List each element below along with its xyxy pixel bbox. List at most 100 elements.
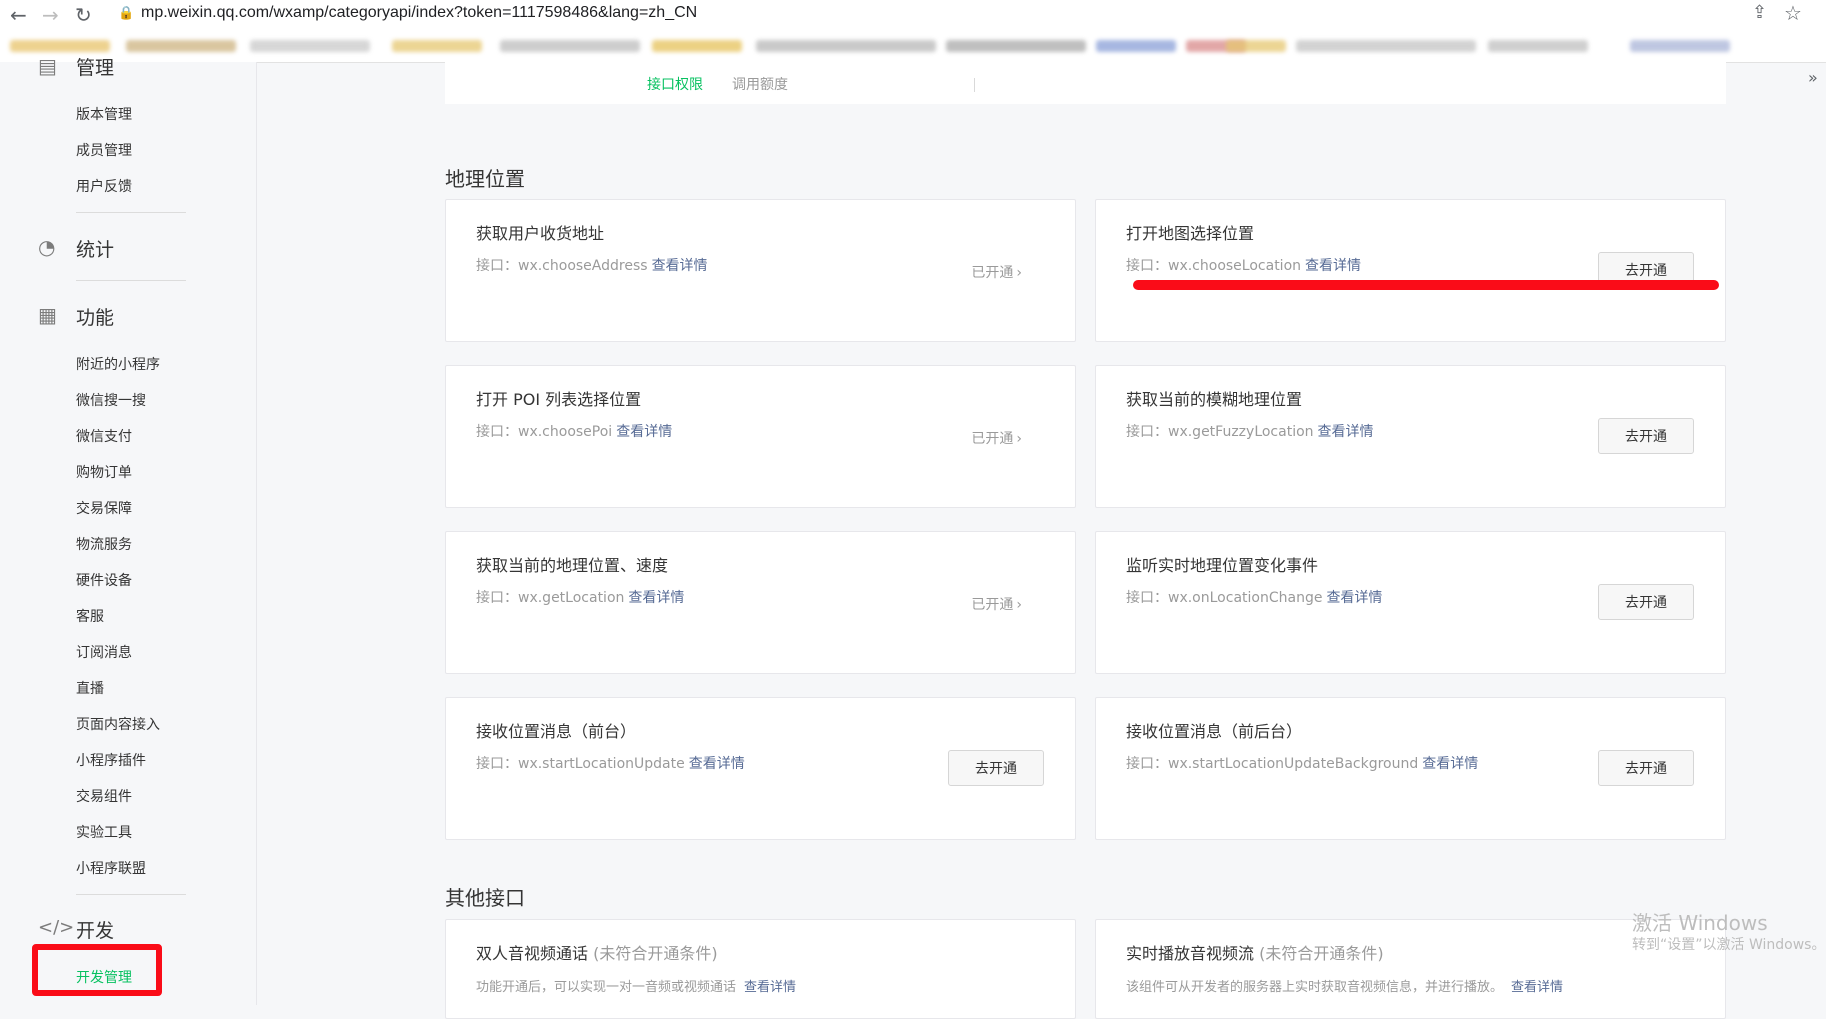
tab-api-permission[interactable]: 接口权限 [647,74,703,94]
bookmark-blurred[interactable] [1226,40,1286,52]
reload-icon[interactable]: ↻ [75,3,92,27]
sidebar-item-logistics[interactable]: 物流服务 [76,534,132,554]
bookmark-blurred[interactable] [1096,40,1176,52]
bookmark-blurred[interactable] [1630,40,1730,52]
detail-link[interactable]: 查看详情 [616,424,672,440]
sidebar-item-hardware[interactable]: 硬件设备 [76,570,132,590]
detail-link[interactable]: 查看详情 [1318,424,1374,440]
bookmarks-bar: » [0,34,1826,87]
detail-link[interactable]: 查看详情 [744,980,796,995]
api-card: 打开 POI 列表选择位置 接口：wx.choosePoi 查看详情 已开通 › [445,365,1076,508]
tab-call-quota[interactable]: 调用额度 [732,74,788,94]
detail-link[interactable]: 查看详情 [1511,980,1563,995]
sidebar-item-nearby[interactable]: 附近的小程序 [76,354,160,374]
section-title-other: 其他接口 [445,886,525,910]
sidebar-item-version[interactable]: 版本管理 [76,104,132,124]
detail-link[interactable]: 查看详情 [652,258,708,274]
bookmark-blurred[interactable] [756,40,936,52]
sidebar-item-search[interactable]: 微信搜一搜 [76,390,146,410]
enable-button[interactable]: 去开通 [948,750,1044,786]
bookmark-blurred[interactable] [652,40,742,52]
forward-arrow-icon[interactable]: → [42,3,59,27]
api-card: 接收位置消息（前后台） 接口：wx.startLocationUpdateBac… [1095,697,1726,840]
bookmark-blurred[interactable] [250,40,370,52]
api-card: 打开地图选择位置 接口：wx.chooseLocation 查看详情 去开通 [1095,199,1726,342]
card-title: 打开 POI 列表选择位置 [476,390,642,409]
enable-button[interactable]: 去开通 [1598,418,1694,454]
bookmark-blurred[interactable] [1296,40,1476,52]
enabled-status[interactable]: 已开通 › [971,594,1022,614]
card-title: 打开地图选择位置 [1126,224,1255,243]
card-title: 获取当前的地理位置、速度 [476,556,669,575]
chevron-right-icon: › [1016,265,1022,281]
sidebar-item-alliance[interactable]: 小程序联盟 [76,858,146,878]
tab-bar: 接口权限 调用额度 [445,62,1726,104]
chevron-right-icon: › [1016,431,1022,447]
card-description: 功能开通后，可以实现一对一音频或视频通话 查看详情 [476,980,797,995]
bookmark-star-icon[interactable]: ☆ [1784,1,1802,25]
card-title: 监听实时地理位置变化事件 [1126,556,1319,575]
sidebar-item-live[interactable]: 直播 [76,678,104,698]
card-title: 双人音视频通话 (未符合开通条件) [476,944,718,963]
card-api: 接口：wx.chooseLocation 查看详情 [1126,258,1362,274]
api-card: 获取当前的地理位置、速度 接口：wx.getLocation 查看详情 已开通 › [445,531,1076,674]
card-title: 获取当前的模糊地理位置 [1126,390,1303,409]
sidebar-item-plugin[interactable]: 小程序插件 [76,750,146,770]
manage-icon: ▤ [38,54,57,78]
windows-activation-hint: 转到“设置”以激活 Windows。 [1632,937,1826,953]
stats-pie-icon: ◔ [38,235,56,259]
features-grid-icon: ▦ [38,303,57,327]
enabled-status[interactable]: 已开通 › [971,428,1022,448]
bookmark-blurred[interactable] [946,40,1086,52]
sidebar-section-dev[interactable]: 开发 [76,916,114,943]
sidebar-item-feedback[interactable]: 用户反馈 [76,176,132,196]
sidebar-section-manage[interactable]: 管理 [76,53,114,80]
detail-link[interactable]: 查看详情 [1326,590,1382,606]
card-title: 接收位置消息（前台） [476,722,637,741]
card-api: 接口：wx.startLocationUpdate 查看详情 [476,756,745,772]
sidebar-divider [76,894,186,895]
bookmark-blurred[interactable] [500,40,640,52]
sidebar-divider [76,280,186,281]
sidebar-divider [76,212,186,213]
detail-link[interactable]: 查看详情 [628,590,684,606]
sidebar-item-subscribe[interactable]: 订阅消息 [76,642,132,662]
card-api: 接口：wx.getFuzzyLocation 查看详情 [1126,424,1374,440]
share-icon[interactable]: ⇪ [1752,2,1767,23]
sidebar-item-service[interactable]: 客服 [76,606,104,626]
bookmark-blurred[interactable] [392,40,482,52]
enable-button[interactable]: 去开通 [1598,584,1694,620]
address-bar-row: ← → ↻ 🔒 mp.weixin.qq.com/wxamp/categorya… [0,0,1826,28]
sidebar-item-lab[interactable]: 实验工具 [76,822,132,842]
bookmark-blurred[interactable] [10,40,110,52]
annotation-underline [1133,280,1719,290]
url-text[interactable]: mp.weixin.qq.com/wxamp/categoryapi/index… [141,4,697,22]
card-title: 实时播放音视频流 (未符合开通条件) [1126,944,1384,963]
lock-icon[interactable]: 🔒 [118,6,134,21]
api-card: 双人音视频通话 (未符合开通条件) 功能开通后，可以实现一对一音频或视频通话 查看… [445,919,1076,1019]
sidebar-item-orders[interactable]: 购物订单 [76,462,132,482]
bookmark-blurred[interactable] [126,40,236,52]
sidebar-section-features[interactable]: 功能 [76,303,114,330]
chevron-right-icon: › [1016,597,1022,613]
sidebar-item-content[interactable]: 页面内容接入 [76,714,160,734]
detail-link[interactable]: 查看详情 [1422,756,1478,772]
windows-activation-title: 激活 Windows [1632,911,1768,935]
card-api: 接口：wx.getLocation 查看详情 [476,590,685,606]
enabled-status[interactable]: 已开通 › [971,262,1022,282]
sidebar-section-stats[interactable]: 统计 [76,235,114,262]
detail-link[interactable]: 查看详情 [1305,258,1361,274]
sidebar-item-trade-component[interactable]: 交易组件 [76,786,132,806]
api-card: 获取用户收货地址 接口：wx.chooseAddress 查看详情 已开通 › [445,199,1076,342]
sidebar: ▤ 管理 版本管理 成员管理 用户反馈 ◔ 统计 ▦ 功能 附近的小程序 微信搜… [0,54,257,1005]
enable-button[interactable]: 去开通 [1598,750,1694,786]
card-api: 接口：wx.startLocationUpdateBackground 查看详情 [1126,756,1479,772]
detail-link[interactable]: 查看详情 [689,756,745,772]
sidebar-item-guarantee[interactable]: 交易保障 [76,498,132,518]
sidebar-item-pay[interactable]: 微信支付 [76,426,132,446]
sidebar-item-members[interactable]: 成员管理 [76,140,132,160]
annotation-highlight-box [32,944,162,996]
back-arrow-icon[interactable]: ← [10,3,27,27]
bookmark-blurred[interactable] [1488,40,1588,52]
code-icon: </> [38,917,75,938]
